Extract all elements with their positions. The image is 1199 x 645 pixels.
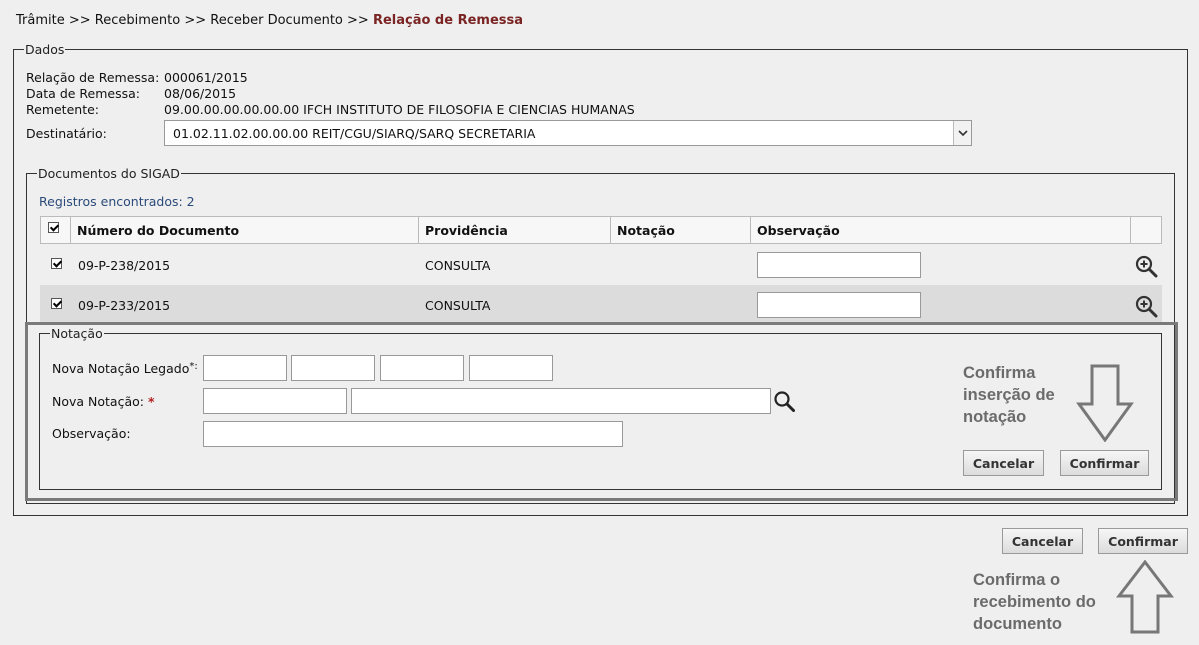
row-checkbox[interactable] bbox=[51, 258, 62, 269]
confirm-button[interactable]: Confirmar bbox=[1098, 528, 1188, 554]
breadcrumb-current: Relação de Remessa bbox=[372, 13, 524, 28]
legado-input-3[interactable] bbox=[380, 355, 464, 381]
relacao-label: Relação de Remessa: bbox=[26, 70, 160, 85]
breadcrumb: Trâmite >> Recebimento >> Receber Docume… bbox=[16, 13, 523, 28]
destinatario-select[interactable]: 01.02.11.02.00.00.00 REIT/CGU/SIARQ/SARQ… bbox=[164, 120, 972, 146]
dados-legend: Dados bbox=[25, 42, 65, 57]
notacao-legend: Notação bbox=[51, 326, 103, 341]
row-numero: 09-P-238/2015 bbox=[78, 258, 171, 273]
legado-input-4[interactable] bbox=[469, 355, 553, 381]
search-icon[interactable] bbox=[773, 390, 795, 416]
table-row bbox=[40, 285, 1162, 325]
select-all-cell bbox=[40, 216, 71, 244]
registros-count: Registros encontrados: 2 bbox=[39, 194, 195, 209]
legado-input-2[interactable] bbox=[291, 355, 375, 381]
observacao-label: Observação: bbox=[52, 426, 131, 441]
col-observacao[interactable]: Observação bbox=[751, 216, 1131, 244]
row-providencia: CONSULTA bbox=[425, 298, 491, 313]
annotation-receipt-line-1: Confirma o bbox=[973, 571, 1061, 589]
zoom-in-icon[interactable] bbox=[1134, 294, 1158, 322]
col-numero-documento[interactable]: Número do Documento bbox=[71, 216, 419, 244]
annotation-receipt-line-2: recebimento do bbox=[973, 593, 1096, 611]
table-row bbox=[40, 245, 1162, 285]
relacao-value: 000061/2015 bbox=[164, 70, 248, 85]
destinatario-selected-value: 01.02.11.02.00.00.00 REIT/CGU/SIARQ/SARQ… bbox=[173, 126, 536, 141]
nova-notacao-code-input[interactable] bbox=[203, 388, 347, 414]
required-mark: * bbox=[147, 394, 155, 409]
row-providencia: CONSULTA bbox=[425, 258, 491, 273]
destinatario-label: Destinatário: bbox=[26, 126, 107, 141]
select-all-checkbox[interactable] bbox=[48, 222, 59, 233]
observacao-input[interactable] bbox=[203, 421, 623, 447]
chevron-down-icon[interactable] bbox=[953, 121, 971, 145]
annotation-receipt-line-3: documento bbox=[973, 615, 1062, 633]
nova-notacao-label: Nova Notação: * bbox=[52, 394, 155, 409]
annotation-confirm-receipt: Confirma o recebimento do documento bbox=[973, 569, 1096, 635]
row-observacao-input[interactable] bbox=[757, 252, 921, 278]
down-arrow-icon bbox=[1075, 364, 1135, 446]
data-remessa-value: 08/06/2015 bbox=[164, 86, 237, 101]
annotation-notation-line-3: notação bbox=[963, 408, 1027, 426]
annotation-notation-line-2: inserção de bbox=[963, 386, 1055, 404]
documentos-legend: Documentos do SIGAD bbox=[38, 166, 180, 181]
notacao-confirm-button[interactable]: Confirmar bbox=[1060, 450, 1149, 476]
nova-notacao-legado-label: Nova Notação Legado*: bbox=[52, 361, 198, 376]
annotation-notation-line-1: Confirma bbox=[963, 364, 1036, 382]
cancel-button[interactable]: Cancelar bbox=[1002, 528, 1083, 554]
nova-notacao-label-text: Nova Notação: bbox=[52, 394, 144, 409]
up-arrow-icon bbox=[1115, 559, 1175, 638]
col-notacao[interactable]: Notação bbox=[611, 216, 751, 244]
remetente-value: 09.00.00.00.00.00.00 IFCH INSTITUTO DE F… bbox=[164, 102, 635, 117]
legado-label-text: Nova Notação Legado bbox=[52, 361, 190, 376]
legado-label-suffix: *: bbox=[189, 361, 198, 372]
breadcrumb-recebimento[interactable]: Recebimento >> bbox=[95, 13, 206, 28]
col-providencia[interactable]: Providência bbox=[419, 216, 611, 244]
annotation-confirm-notation: Confirma inserção de notação bbox=[963, 362, 1055, 428]
breadcrumb-tramite[interactable]: Trâmite >> bbox=[16, 13, 91, 28]
breadcrumb-receber-documento[interactable]: Receber Documento >> bbox=[210, 13, 369, 28]
zoom-in-icon[interactable] bbox=[1134, 254, 1158, 282]
col-actions bbox=[1131, 216, 1162, 244]
nova-notacao-description-input[interactable] bbox=[351, 388, 771, 414]
row-checkbox[interactable] bbox=[51, 298, 62, 309]
notacao-cancel-button[interactable]: Cancelar bbox=[963, 450, 1044, 476]
legado-input-1[interactable] bbox=[203, 355, 287, 381]
row-numero: 09-P-233/2015 bbox=[78, 298, 171, 313]
remetente-label: Remetente: bbox=[26, 102, 99, 117]
row-observacao-input[interactable] bbox=[757, 292, 921, 318]
data-remessa-label: Data de Remessa: bbox=[26, 86, 140, 101]
